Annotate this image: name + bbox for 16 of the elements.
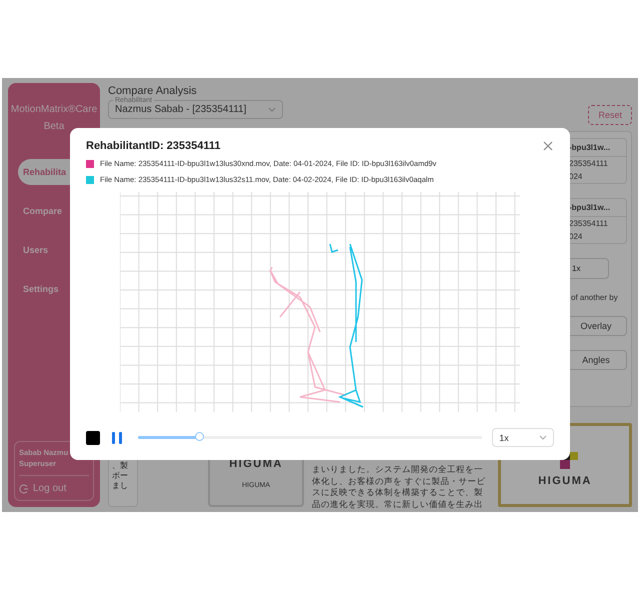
stop-button[interactable] [86, 430, 100, 444]
edition-label: Beta [42, 120, 66, 134]
logout-icon [19, 484, 29, 494]
text-card: 、製 ボー まし [108, 457, 138, 507]
dialog-title: RehabilitantID: 235354111 [86, 140, 221, 152]
hint-text: of another by [571, 293, 619, 302]
chevron-down-icon [268, 106, 276, 112]
description-text: まいりました。システム開発の全工程を一 体化し、お客様の声を すぐに製品・サービ スに反映できる体制を構築することで、製 品の進化を実現。常に新しい価値を生み出 [312, 465, 486, 511]
logo-text: HIGUMA [538, 475, 592, 487]
page-title: Compare Analysis [108, 85, 198, 97]
pause-button[interactable] [110, 430, 124, 444]
brand-name: MotionMatrix®Care [10, 103, 98, 117]
slider-thumb[interactable] [194, 432, 204, 441]
chevron-down-icon [539, 435, 547, 440]
close-button[interactable] [542, 140, 554, 152]
speed-select[interactable]: 1x [492, 428, 554, 447]
